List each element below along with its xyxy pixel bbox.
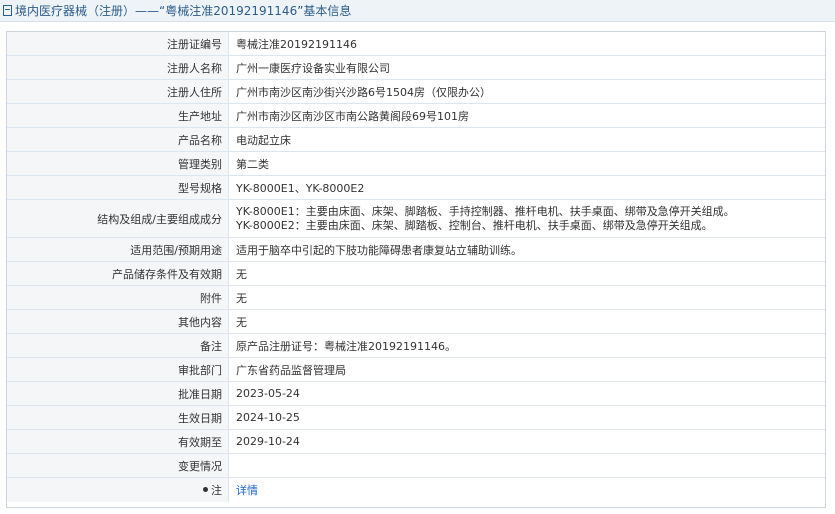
row-approval-department: 审批部门 广东省药品监督管理局: [7, 358, 825, 382]
info-table: 注册证编号 粤械注准20192191146 注册人名称 广州一康医疗设备实业有限…: [6, 31, 826, 508]
row-remarks: 备注 原产品注册证号：粤械注准20192191146。: [7, 334, 825, 358]
tip-dot-icon: [203, 486, 208, 492]
label-approval-date: 批准日期: [7, 382, 229, 405]
value-other-content: 无: [236, 315, 247, 329]
row-note: 注 详情: [7, 478, 825, 502]
label-intended-use: 适用范围/预期用途: [7, 238, 229, 261]
value-approval-department: 广东省药品监督管理局: [236, 363, 346, 377]
details-link[interactable]: 详情: [236, 482, 258, 498]
composition-line-e1: YK-8000E1：主要由床面、床架、脚踏板、手持控制器、推杆电机、扶手桌面、绑…: [236, 204, 735, 218]
label-product-name: 产品名称: [7, 128, 229, 151]
value-effective-date: 2024-10-25: [236, 411, 300, 424]
value-remarks: 原产品注册证号：粤械注准20192191146。: [236, 339, 456, 353]
value-model-spec: YK-8000E1、YK-8000E2: [236, 181, 365, 195]
page-header: 境内医疗器械（注册）——“粤械注准20192191146”基本信息: [0, 0, 835, 22]
row-other-content: 其他内容 无: [7, 310, 825, 334]
label-storage-conditions: 产品储存条件及有效期: [7, 262, 229, 285]
value-management-category: 第二类: [236, 157, 269, 171]
label-structure-composition: 结构及组成/主要组成成分: [7, 200, 229, 237]
value-approval-date: 2023-05-24: [236, 387, 300, 400]
value-product-name: 电动起立床: [236, 133, 291, 147]
label-other-content: 其他内容: [7, 310, 229, 333]
row-registrant-address: 注册人住所 广州市南沙区南沙街兴沙路6号1504房（仅限办公）: [7, 80, 825, 104]
row-intended-use: 适用范围/预期用途 适用于脑卒中引起的下肢功能障碍患者康复站立辅助训练。: [7, 238, 825, 262]
label-attachments: 附件: [7, 286, 229, 309]
row-model-spec: 型号规格 YK-8000E1、YK-8000E2: [7, 176, 825, 200]
value-storage-conditions: 无: [236, 267, 247, 281]
row-management-category: 管理类别 第二类: [7, 152, 825, 176]
row-storage-conditions: 产品储存条件及有效期 无: [7, 262, 825, 286]
label-effective-date: 生效日期: [7, 406, 229, 429]
label-registrant-name: 注册人名称: [7, 56, 229, 79]
value-registrant-address: 广州市南沙区南沙街兴沙路6号1504房（仅限办公）: [236, 85, 491, 99]
row-structure-composition: 结构及组成/主要组成成分 YK-8000E1：主要由床面、床架、脚踏板、手持控制…: [7, 200, 825, 238]
row-change-history: 变更情况: [7, 454, 825, 478]
page-title: 境内医疗器械（注册）——“粤械注准20192191146”基本信息: [15, 4, 352, 18]
label-remarks: 备注: [7, 334, 229, 357]
label-management-category: 管理类别: [7, 152, 229, 175]
value-intended-use: 适用于脑卒中引起的下肢功能障碍患者康复站立辅助训练。: [236, 243, 522, 257]
value-valid-until: 2029-10-24: [236, 435, 300, 448]
label-change-history: 变更情况: [7, 454, 229, 477]
value-production-address: 广州市南沙区南沙区市南公路黄阁段69号101房: [236, 109, 469, 123]
label-note-text: 注: [211, 484, 222, 497]
value-note: 详情: [229, 478, 825, 502]
value-change-history: [229, 454, 825, 477]
row-product-name: 产品名称 电动起立床: [7, 128, 825, 152]
label-valid-until: 有效期至: [7, 430, 229, 453]
label-registration-number: 注册证编号: [7, 32, 229, 55]
composition-line-e2: YK-8000E2：主要由床面、床架、脚踏板、控制台、推杆电机、扶手桌面、绑带及…: [236, 218, 713, 232]
value-registrant-name: 广州一康医疗设备实业有限公司: [236, 61, 390, 75]
label-model-spec: 型号规格: [7, 176, 229, 199]
row-registration-number: 注册证编号 粤械注准20192191146: [7, 32, 825, 56]
row-registrant-name: 注册人名称 广州一康医疗设备实业有限公司: [7, 56, 825, 80]
value-structure-composition: YK-8000E1：主要由床面、床架、脚踏板、手持控制器、推杆电机、扶手桌面、绑…: [229, 200, 825, 237]
label-registrant-address: 注册人住所: [7, 80, 229, 103]
row-approval-date: 批准日期 2023-05-24: [7, 382, 825, 406]
row-effective-date: 生效日期 2024-10-25: [7, 406, 825, 430]
label-note: 注: [7, 478, 229, 502]
label-production-address: 生产地址: [7, 104, 229, 127]
row-production-address: 生产地址 广州市南沙区南沙区市南公路黄阁段69号101房: [7, 104, 825, 128]
document-icon: [3, 5, 12, 16]
row-valid-until: 有效期至 2029-10-24: [7, 430, 825, 454]
label-approval-department: 审批部门: [7, 358, 229, 381]
row-attachments: 附件 无: [7, 286, 825, 310]
value-attachments: 无: [236, 291, 247, 305]
value-registration-number: 粤械注准20192191146: [236, 37, 357, 51]
